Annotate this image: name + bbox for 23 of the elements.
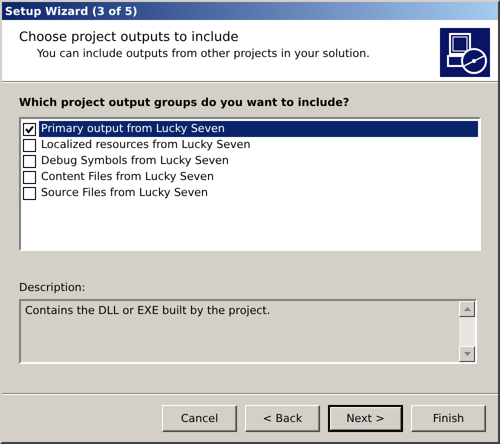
wizard-button[interactable]: Finish: [411, 405, 486, 432]
wizard-button[interactable]: Next >: [328, 405, 403, 432]
list-item[interactable]: Content Files from Lucky Seven: [39, 169, 478, 185]
list-item[interactable]: Source Files from Lucky Seven: [39, 185, 478, 201]
header-subtitle: You can include outputs from other projects in your solution.: [37, 47, 370, 60]
list-item[interactable]: Localized resources from Lucky Seven: [39, 137, 478, 153]
checkbox[interactable]: [23, 122, 36, 136]
scrollbar[interactable]: [459, 301, 475, 362]
wizard-button[interactable]: Cancel: [162, 405, 237, 432]
checkbox[interactable]: [23, 154, 36, 168]
scroll-up-icon[interactable]: [459, 301, 475, 317]
description-label: Description:: [19, 281, 86, 294]
scroll-down-icon[interactable]: [459, 346, 475, 362]
checkbox[interactable]: [23, 138, 36, 152]
list-item[interactable]: Debug Symbols from Lucky Seven: [39, 153, 478, 169]
question-label: Which project output groups do you want to include?: [19, 96, 350, 109]
checkbox[interactable]: [23, 170, 36, 184]
header-title: Choose project outputs to include: [19, 30, 240, 45]
checkbox[interactable]: [23, 186, 36, 200]
description-text: Contains the DLL or EXE built by the project.: [24, 303, 272, 319]
window-title: Setup Wizard (3 of 5): [5, 4, 138, 18]
wizard-button[interactable]: < Back: [245, 405, 320, 432]
list-item[interactable]: Primary output from Lucky Seven: [39, 121, 478, 137]
